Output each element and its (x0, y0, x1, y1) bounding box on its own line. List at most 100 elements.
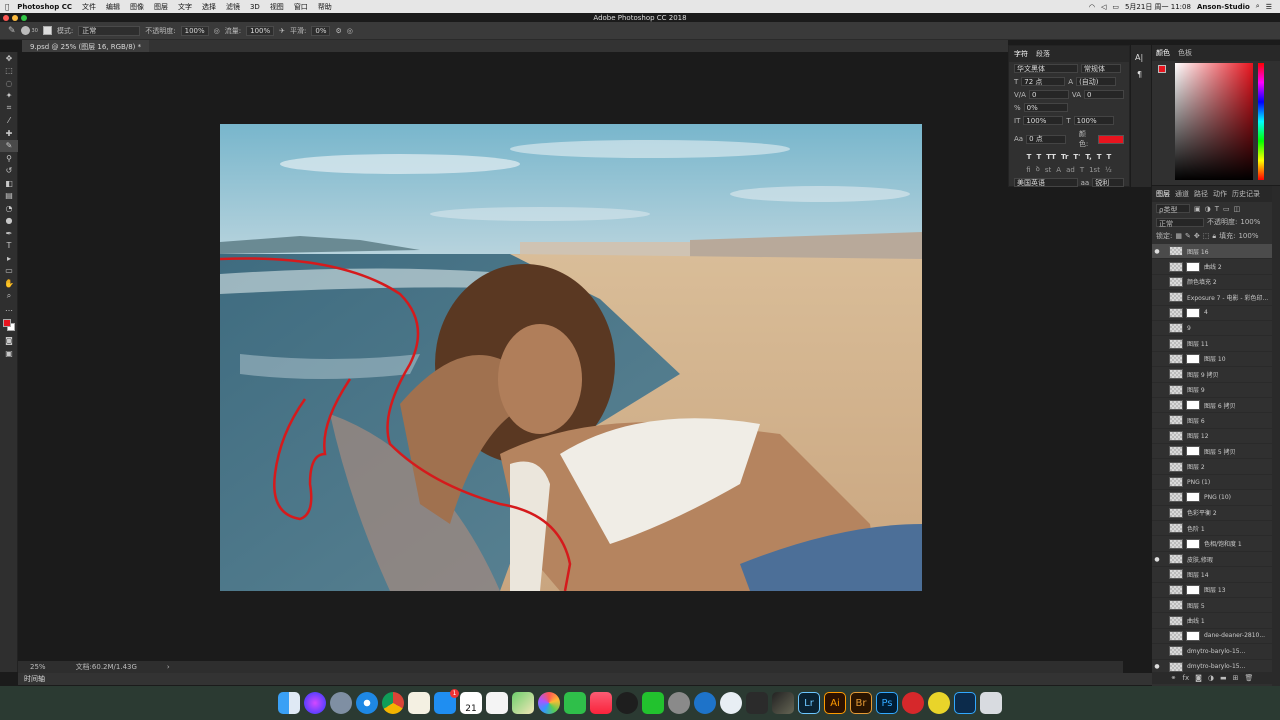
launchpad-icon[interactable] (330, 692, 352, 714)
music-icon[interactable] (590, 692, 612, 714)
zoom-level[interactable]: 25% (30, 663, 46, 671)
lock-pixels-icon[interactable]: ✎ (1185, 232, 1191, 240)
chrome-icon[interactable] (382, 692, 404, 714)
layer-row[interactable]: 图层 13 (1152, 583, 1272, 598)
menu-type[interactable]: 文字 (173, 2, 197, 12)
layer-row[interactable]: ● 图层 16 (1152, 244, 1272, 260)
ligature-button[interactable]: fi (1026, 166, 1030, 174)
marquee-tool-icon[interactable]: ⬚ (0, 65, 18, 78)
tab-paths[interactable]: 路径 (1194, 189, 1208, 199)
tab-color[interactable]: 颜色 (1156, 48, 1170, 58)
strikethrough-button[interactable]: T (1107, 153, 1112, 161)
layer-row[interactable]: PNG (1) (1152, 475, 1272, 491)
eraser-tool-icon[interactable]: ◧ (0, 177, 18, 190)
layer-row[interactable]: 图层 6 (1152, 413, 1272, 429)
stamp-tool-icon[interactable]: ⚲ (0, 152, 18, 165)
discretionary-lig-button[interactable]: st (1045, 166, 1051, 174)
tab-swatches[interactable]: 色板 (1178, 48, 1192, 58)
contextual-alt-button[interactable]: ꝺ (1036, 165, 1040, 174)
crop-tool-icon[interactable]: ⌗ (0, 102, 18, 115)
layer-row[interactable]: 曲线 2 (1152, 259, 1272, 275)
app-menu[interactable]: Photoshop CC (14, 3, 77, 11)
lightroom-icon[interactable]: Lr (798, 692, 820, 714)
swash-button[interactable]: A (1056, 166, 1061, 174)
leading-input[interactable]: (自动) (1076, 77, 1117, 86)
tab-actions[interactable]: 动作 (1213, 189, 1227, 199)
layer-row[interactable]: 图层 9 拷贝 (1152, 367, 1272, 383)
sogou-icon[interactable] (928, 692, 950, 714)
layer-row[interactable]: dmytro-barylo-15... (1152, 644, 1272, 660)
new-layer-icon[interactable]: ⊞ (1233, 674, 1239, 682)
eyedropper-tool-icon[interactable]: ⁄ (0, 115, 18, 128)
illustrator-icon[interactable]: Ai (824, 692, 846, 714)
opacity-input[interactable]: 100% (180, 25, 209, 36)
wifi-icon[interactable]: ◠ (1089, 3, 1095, 11)
superscript-button[interactable]: T' (1073, 153, 1080, 161)
filter-pixel-icon[interactable]: ▣ (1194, 205, 1201, 213)
language-select[interactable]: 美国英语 (1014, 178, 1078, 187)
maps-icon[interactable] (512, 692, 534, 714)
move-tool-icon[interactable]: ✥ (0, 52, 18, 65)
layer-row[interactable]: Exposure 7 - 电影 - 彩色印... (1152, 290, 1272, 306)
layer-mask[interactable] (1186, 584, 1200, 595)
shape-tool-icon[interactable]: ▭ (0, 265, 18, 278)
tab-history[interactable]: 历史记录 (1232, 189, 1260, 199)
menu-image[interactable]: 图像 (125, 2, 149, 12)
reminders-icon[interactable] (486, 692, 508, 714)
subscript-button[interactable]: T, (1085, 153, 1091, 161)
ordinals-button[interactable]: 1st (1089, 166, 1100, 174)
wechat-icon[interactable] (642, 692, 664, 714)
layer-row[interactable]: ● 皮肤,修瑕 (1152, 552, 1272, 568)
menu-edit[interactable]: 编辑 (101, 2, 125, 12)
finder-icon[interactable] (278, 692, 300, 714)
layer-row[interactable]: PNG (10) (1152, 490, 1272, 506)
preferences-icon[interactable] (668, 692, 690, 714)
close-window-button[interactable] (3, 15, 9, 21)
faux-bold-button[interactable]: T (1027, 153, 1032, 161)
arrow-icon[interactable] (746, 692, 768, 714)
layer-mask[interactable] (1186, 307, 1200, 318)
layer-row[interactable]: 4 (1152, 306, 1272, 321)
eye-icon[interactable]: ● (1152, 248, 1162, 255)
volume-icon[interactable]: ◁ (1101, 3, 1106, 11)
layer-row[interactable]: 图层 6 拷贝 (1152, 398, 1272, 414)
lasso-tool-icon[interactable]: ◌ (0, 77, 18, 90)
color-picker-field[interactable] (1175, 63, 1253, 180)
smooth-settings-icon[interactable]: ⚙ (335, 27, 341, 35)
layer-row[interactable]: dane-deaner-2810... (1152, 629, 1272, 645)
new-adjustment-icon[interactable]: ◑ (1208, 674, 1214, 682)
brush-tool-active-icon[interactable]: ✎ (0, 139, 18, 152)
layer-row[interactable]: 色阶 1 (1152, 521, 1272, 537)
layer-opacity-input[interactable]: 100% (1240, 218, 1260, 226)
pen-tool-icon[interactable]: ✒ (0, 227, 18, 240)
lock-artboard-icon[interactable]: ⬚ (1203, 232, 1210, 240)
doc-info[interactable]: 文档:60.2M/1.43G (76, 662, 137, 672)
brush-settings-icon[interactable] (42, 26, 52, 35)
layer-row[interactable]: 图层 12 (1152, 429, 1272, 445)
text-color-swatch[interactable] (1098, 134, 1124, 144)
baseline-input[interactable]: 0 点 (1026, 134, 1066, 144)
menu-3d[interactable]: 3D (245, 3, 265, 11)
layer-row[interactable]: 曲线 1 (1152, 613, 1272, 629)
brush-preset-picker[interactable]: 30 (20, 26, 38, 35)
facetime-icon[interactable] (564, 692, 586, 714)
gradient-tool-icon[interactable]: ▤ (0, 190, 18, 203)
font-size-input[interactable]: 72 点 (1021, 77, 1066, 86)
brush-tool-icon[interactable]: ✎ (8, 26, 16, 36)
layer-mask[interactable] (1186, 538, 1200, 549)
type-tool-icon[interactable]: T (0, 240, 18, 253)
kerning-input[interactable]: 0 (1028, 90, 1069, 99)
tracking-input[interactable]: 0 (1084, 90, 1124, 99)
photoshop-icon[interactable]: Ps (876, 692, 898, 714)
paragraph-panel-icon[interactable]: ¶ (1137, 70, 1145, 79)
scale-input[interactable]: 0% (1023, 103, 1068, 112)
menu-help[interactable]: 帮助 (313, 2, 337, 12)
calendar-icon[interactable]: 21 (460, 692, 482, 714)
layer-row[interactable]: 色相/饱和度 1 (1152, 536, 1272, 552)
datetime[interactable]: 5月21日 周一 11:08 (1125, 2, 1191, 12)
history-brush-tool-icon[interactable]: ↺ (0, 165, 18, 178)
spotlight-icon[interactable]: ⌕ (1256, 2, 1260, 11)
antialias-select[interactable]: 锐利 (1092, 178, 1124, 187)
layer-kind-filter[interactable]: ρ类型 (1156, 204, 1190, 214)
zoom-window-button[interactable] (21, 15, 27, 21)
